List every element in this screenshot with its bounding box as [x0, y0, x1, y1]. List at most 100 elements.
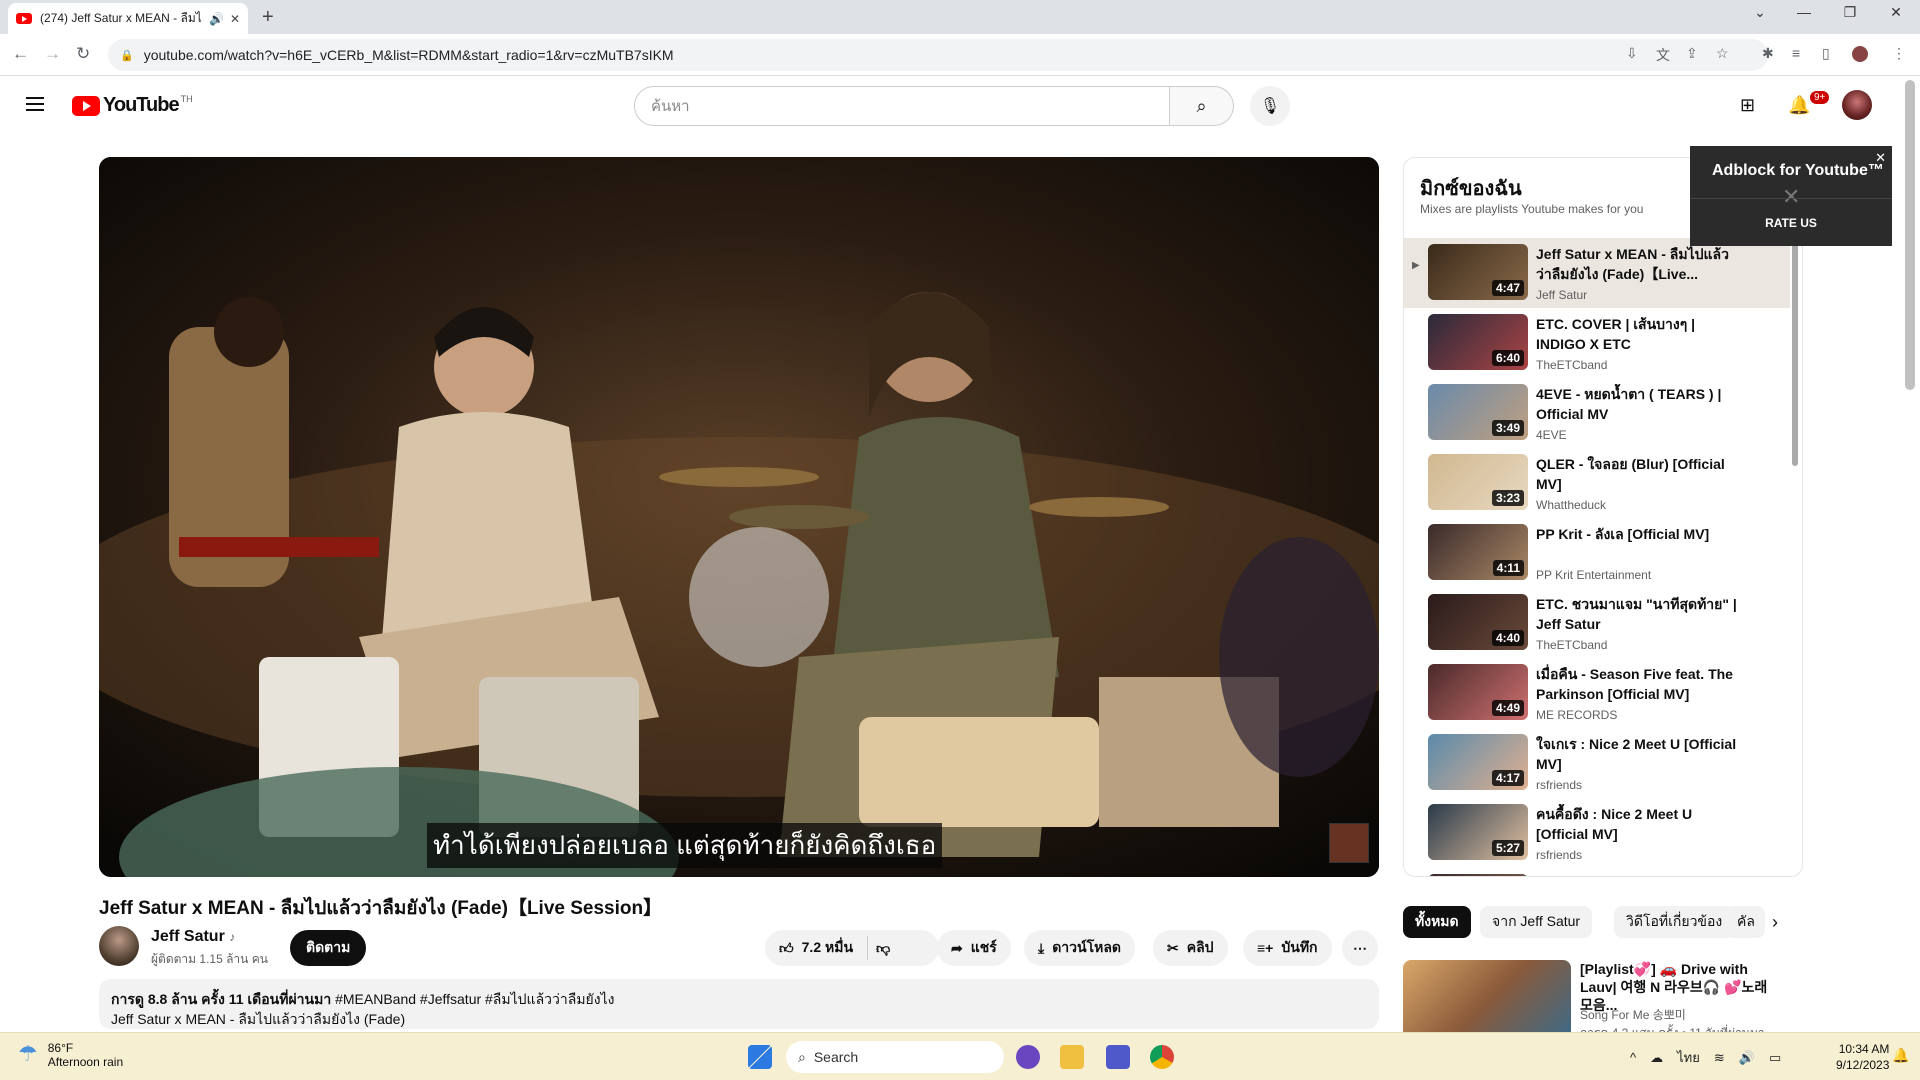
subscribe-button[interactable]: ติดตาม — [290, 930, 367, 966]
playlist-item[interactable]: 4:17 ใจเกเร : Nice 2 Meet U [Official MV]… — [1404, 728, 1790, 798]
tab-search-icon[interactable]: ⌄ — [1740, 4, 1780, 21]
file-explorer-icon[interactable] — [1060, 1045, 1084, 1069]
endcard-thumbnail[interactable] — [1329, 823, 1369, 863]
page-scrollbar[interactable] — [1905, 80, 1915, 390]
maximize-button[interactable]: ❐ — [1830, 4, 1870, 21]
description-box[interactable]: การดู 8.8 ล้าน ครั้ง 11 เดือนที่ผ่านมา #… — [99, 979, 1379, 1029]
playlist-item[interactable]: Jeff Satur - ลืมไปแล้วว่าลืมยังไง — [1404, 868, 1790, 876]
playlist-thumbnail[interactable]: 3:49 — [1428, 384, 1528, 440]
search-input[interactable]: ค้นหา — [634, 86, 1170, 126]
chip-all[interactable]: ทั้งหมด — [1403, 906, 1471, 938]
playlist-thumbnail[interactable]: 6:40 — [1428, 314, 1528, 370]
thumbs-down-icon[interactable]: 👎︎ — [876, 940, 890, 957]
wifi-icon[interactable]: ≋ — [1714, 1050, 1725, 1066]
youtube-logo[interactable]: YouTube TH — [72, 94, 193, 117]
clock-time: 10:34 AM — [1838, 1042, 1890, 1056]
volume-icon[interactable]: 🔊 — [1739, 1050, 1755, 1066]
reload-icon[interactable]: ↻ — [76, 44, 90, 64]
install-icon[interactable]: ⇩ — [1626, 45, 1638, 62]
playlist-scrollbar[interactable] — [1792, 242, 1798, 466]
share-button[interactable]: ➦ แชร์ — [937, 930, 1011, 966]
profile-avatar[interactable] — [1852, 46, 1868, 62]
chip-more[interactable]: คัล — [1725, 906, 1765, 938]
weather-widget[interactable]: ☂ 86°F Afternoon rain — [18, 1041, 123, 1069]
playlist-item[interactable]: 3:49 4EVE - หยดน้ำตา ( TEARS ) | Official… — [1404, 378, 1790, 448]
playlist-item-channel: ME RECORDS — [1536, 708, 1618, 722]
adblock-popup: Adblock for Youtube™ ✕ ✕ RATE US — [1690, 146, 1892, 246]
language-indicator[interactable]: ไทย — [1677, 1047, 1700, 1068]
channel-avatar[interactable] — [99, 926, 139, 966]
browser-tab[interactable]: (274) Jeff Satur x MEAN - ลืมไ 🔊 ✕ — [8, 3, 248, 34]
address-bar[interactable]: 🔒 youtube.com/watch?v=h6E_vCERb_M&list=R… — [108, 39, 1768, 71]
clock[interactable]: 10:34 AM 9/12/2023 — [1836, 1041, 1889, 1073]
translate-icon[interactable]: 文 — [1656, 45, 1670, 65]
share-arrow-icon: ➦ — [951, 939, 963, 956]
thumbs-up-icon: 👍︎ — [779, 939, 794, 956]
playlist-item[interactable]: 4:49 เมื่อคืน - Season Five feat. The Par… — [1404, 658, 1790, 728]
voice-search-button[interactable]: 🎙 — [1250, 86, 1290, 126]
playlist-item[interactable]: 3:23 QLER - ใจลอย (Blur) [Official MV] Wha… — [1404, 448, 1790, 518]
save-button[interactable]: ≡+ บันทึก — [1243, 930, 1332, 966]
bookmark-star-icon[interactable]: ☆ — [1716, 45, 1729, 62]
onedrive-icon[interactable]: ☁ — [1650, 1050, 1663, 1066]
speaker-icon[interactable]: 🔊 — [209, 12, 224, 26]
battery-icon[interactable]: ▭ — [1769, 1050, 1781, 1066]
tab-close-icon[interactable]: ✕ — [230, 12, 240, 26]
like-button[interactable]: 👍︎ 7.2 หมื่น 👎︎ — [765, 930, 939, 966]
teams-icon[interactable] — [1106, 1045, 1130, 1069]
playlist-thumbnail[interactable]: 3:23 — [1428, 454, 1528, 510]
account-avatar[interactable] — [1842, 90, 1872, 120]
close-window-button[interactable]: ✕ — [1876, 4, 1916, 21]
taskbar-search[interactable]: ⌕ Search — [786, 1041, 1004, 1073]
share-label: แชร์ — [970, 939, 997, 955]
playlist-item[interactable]: 4:11 PP Krit - ลังเล [Official MV] PP Krit… — [1404, 518, 1790, 588]
chip-from-channel[interactable]: จาก Jeff Satur — [1480, 906, 1593, 938]
new-tab-button[interactable]: + — [262, 6, 274, 29]
extensions-icon[interactable]: ✱ — [1762, 45, 1774, 62]
minimize-button[interactable]: — — [1784, 4, 1824, 20]
playlist-thumbnail[interactable]: 4:17 — [1428, 734, 1528, 790]
rate-us-button[interactable]: RATE US — [1690, 198, 1892, 246]
recommendation-thumbnail[interactable] — [1403, 960, 1571, 1042]
forward-icon[interactable]: → — [44, 44, 61, 64]
chrome-icon[interactable] — [1150, 1045, 1174, 1069]
playlist-item-title: ใจเกเร : Nice 2 Meet U [Official MV] — [1536, 736, 1737, 772]
playlist-item-channel: PP Krit Entertainment — [1536, 568, 1652, 582]
share-page-icon[interactable]: ⇪ — [1686, 45, 1698, 62]
browser-menu-icon[interactable]: ⋮ — [1892, 45, 1906, 62]
clip-button[interactable]: ✂ คลิป — [1153, 930, 1228, 966]
playlist-thumbnail[interactable]: 4:47 — [1428, 244, 1528, 300]
playlist-thumbnail[interactable]: 4:49 — [1428, 664, 1528, 720]
playlist-thumbnail[interactable]: 5:27 — [1428, 804, 1528, 860]
playlist-thumbnail[interactable]: 4:11 — [1428, 524, 1528, 580]
channel-name[interactable]: Jeff Satur ♪ — [151, 928, 235, 946]
lock-icon[interactable]: 🔒 — [120, 49, 134, 62]
playlist-item[interactable]: 5:27 คนคื้อดึง : Nice 2 Meet U [Official … — [1404, 798, 1790, 868]
playlist-item[interactable]: 4:40 ETC. ชวนมาแจม "นาทีสุดท้าย" | Jeff S… — [1404, 588, 1790, 658]
more-actions-button[interactable]: ⋯ — [1342, 930, 1378, 966]
media-control-icon[interactable]: ≡ — [1792, 45, 1800, 61]
search-button[interactable]: ⌕ — [1170, 86, 1234, 126]
playlist-thumbnail[interactable] — [1428, 874, 1528, 876]
download-button[interactable]: ⤓ ดาวน์โหลด — [1024, 930, 1136, 966]
side-panel-icon[interactable]: ▯ — [1822, 45, 1830, 62]
video-player[interactable]: ทำได้เพียงปล่อยเบลอ แต่สุดท้ายก็ยังคิดถึ… — [99, 157, 1379, 877]
hamburger-menu-icon[interactable] — [26, 97, 44, 111]
windows-start-icon[interactable] — [748, 1045, 772, 1069]
chevron-right-icon[interactable]: › — [1772, 912, 1778, 933]
playlist-item-channel: rsfriends — [1536, 778, 1583, 792]
recommendation-channel[interactable]: Song For Me 송뽀미 — [1580, 1006, 1686, 1023]
tray-chevron-icon[interactable]: ^ — [1630, 1050, 1636, 1065]
github-icon[interactable] — [1016, 1045, 1040, 1069]
back-icon[interactable]: ← — [12, 44, 29, 64]
create-video-icon[interactable]: ⊞ — [1740, 95, 1755, 116]
playlist-item[interactable]: ▶ 4:47 Jeff Satur x MEAN - ลืมไปแล้ว ว่าลื… — [1404, 238, 1790, 308]
notifications-bell-icon[interactable]: 🔔 — [1788, 95, 1810, 116]
notification-center-icon[interactable]: 🔔 — [1892, 1047, 1909, 1064]
playlist-item-channel: 4EVE — [1536, 428, 1567, 442]
chip-related[interactable]: วิดีโอที่เกี่ยวข้อง — [1614, 906, 1735, 938]
playlist-item[interactable]: 6:40 ETC. COVER | เส้นบางๆ | INDIGO X ETC… — [1404, 308, 1790, 378]
hashtags[interactable]: #MEANBand #Jeffsatur #ลืมไปแล้วว่าลืมยัง… — [331, 991, 614, 1007]
playlist-thumbnail[interactable]: 4:40 — [1428, 594, 1528, 650]
popup-close-icon[interactable]: ✕ — [1875, 150, 1886, 166]
